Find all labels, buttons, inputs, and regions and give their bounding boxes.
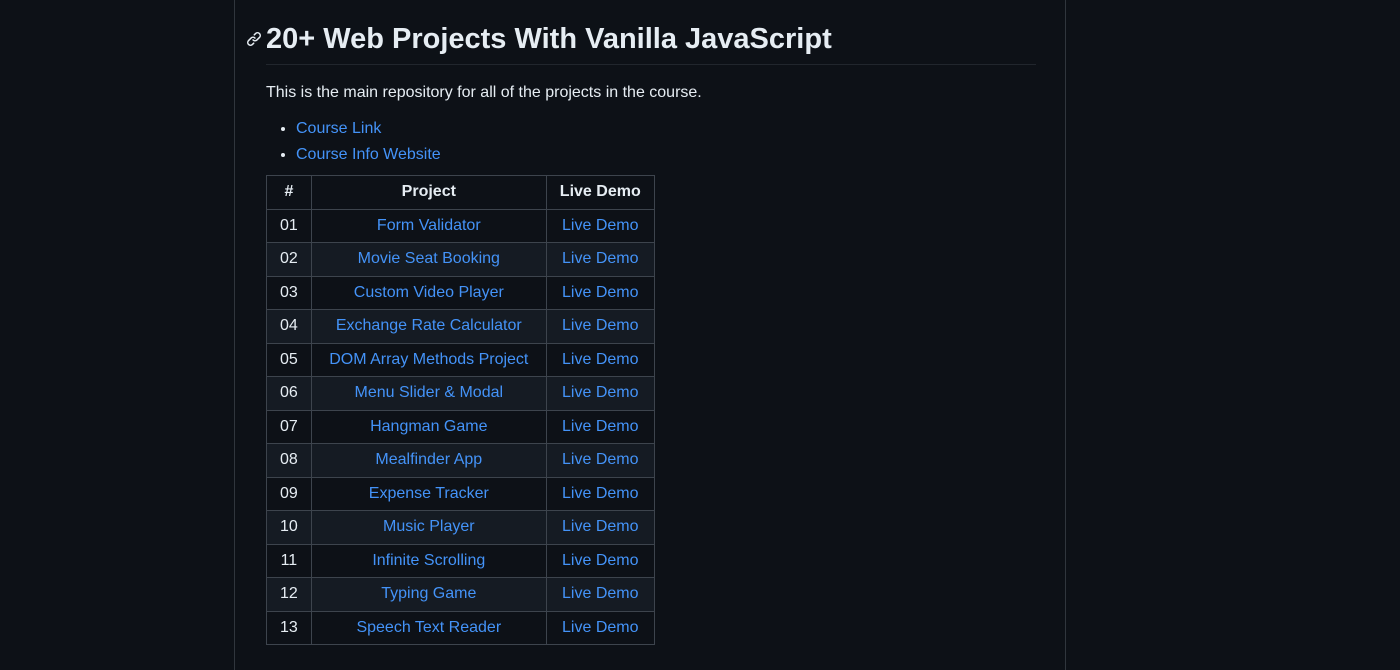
table-row: 06 Menu Slider & Modal Live Demo (266, 376, 655, 411)
demo-cell: Live Demo (545, 543, 655, 578)
table-row: 09 Expense Tracker Live Demo (266, 476, 655, 511)
project-number: 12 (266, 577, 312, 612)
table-row: 02 Movie Seat Booking Live Demo (266, 242, 655, 277)
live-demo-link[interactable]: Live Demo (562, 250, 638, 267)
table-header-row: # Project Live Demo (266, 175, 655, 210)
live-demo-link[interactable]: Live Demo (562, 217, 638, 234)
table-row: 12 Typing Game Live Demo (266, 577, 655, 612)
table-row: 08 Mealfinder App Live Demo (266, 443, 655, 478)
page-title: 20+ Web Projects With Vanilla JavaScript (266, 23, 832, 55)
project-link[interactable]: Hangman Game (370, 418, 487, 435)
list-item: Course Link (296, 119, 1036, 139)
table-row: 11 Infinite Scrolling Live Demo (266, 543, 655, 578)
live-demo-link[interactable]: Live Demo (562, 518, 638, 535)
table-row: 05 DOM Array Methods Project Live Demo (266, 342, 655, 377)
project-number: 02 (266, 242, 312, 277)
demo-cell: Live Demo (545, 275, 655, 310)
project-link[interactable]: Speech Text Reader (356, 619, 501, 636)
project-cell: Movie Seat Booking (310, 242, 547, 277)
course-info-website-link[interactable]: Course Info Website (296, 146, 441, 163)
project-link[interactable]: Exchange Rate Calculator (336, 317, 522, 334)
project-link[interactable]: Menu Slider & Modal (355, 384, 504, 401)
course-links-list: Course Link Course Info Website (266, 119, 1036, 165)
project-number: 08 (266, 443, 312, 478)
project-link[interactable]: Movie Seat Booking (358, 250, 500, 267)
demo-cell: Live Demo (545, 476, 655, 511)
list-item: Course Info Website (296, 145, 1036, 165)
live-demo-link[interactable]: Live Demo (562, 351, 638, 368)
live-demo-link[interactable]: Live Demo (562, 451, 638, 468)
demo-cell: Live Demo (545, 510, 655, 545)
project-cell: Form Validator (310, 208, 547, 243)
table-row: 13 Speech Text Reader Live Demo (266, 610, 655, 645)
live-demo-link[interactable]: Live Demo (562, 552, 638, 569)
demo-cell: Live Demo (545, 342, 655, 377)
live-demo-link[interactable]: Live Demo (562, 619, 638, 636)
project-cell: Infinite Scrolling (310, 543, 547, 578)
demo-cell: Live Demo (545, 443, 655, 478)
demo-cell: Live Demo (545, 409, 655, 444)
project-number: 04 (266, 309, 312, 344)
readme-heading: 20+ Web Projects With Vanilla JavaScript (247, 0, 1036, 65)
project-link[interactable]: Music Player (383, 518, 475, 535)
demo-cell: Live Demo (545, 208, 655, 243)
demo-cell: Live Demo (545, 610, 655, 645)
demo-cell: Live Demo (545, 376, 655, 411)
column-header-project: Project (310, 175, 547, 210)
project-number: 03 (266, 275, 312, 310)
project-cell: Music Player (310, 510, 547, 545)
table-row: 07 Hangman Game Live Demo (266, 409, 655, 444)
project-link[interactable]: Form Validator (377, 217, 481, 234)
project-link[interactable]: Infinite Scrolling (372, 552, 485, 569)
table-row: 04 Exchange Rate Calculator Live Demo (266, 309, 655, 344)
project-cell: Expense Tracker (310, 476, 547, 511)
live-demo-link[interactable]: Live Demo (562, 384, 638, 401)
link-icon[interactable] (246, 31, 262, 47)
project-number: 07 (266, 409, 312, 444)
table-row: 01 Form Validator Live Demo (266, 208, 655, 243)
project-number: 01 (266, 208, 312, 243)
project-number: 05 (266, 342, 312, 377)
column-header-live-demo: Live Demo (545, 175, 655, 210)
project-number: 09 (266, 476, 312, 511)
project-link[interactable]: Custom Video Player (354, 284, 504, 301)
projects-table: # Project Live Demo 01 Form Validator Li… (266, 175, 655, 645)
table-row: 10 Music Player Live Demo (266, 510, 655, 545)
demo-cell: Live Demo (545, 242, 655, 277)
project-link[interactable]: DOM Array Methods Project (329, 351, 528, 368)
live-demo-link[interactable]: Live Demo (562, 418, 638, 435)
live-demo-link[interactable]: Live Demo (562, 585, 638, 602)
project-link[interactable]: Mealfinder App (375, 451, 482, 468)
project-cell: Hangman Game (310, 409, 547, 444)
project-cell: Exchange Rate Calculator (310, 309, 547, 344)
project-cell: Custom Video Player (310, 275, 547, 310)
readme-content: 20+ Web Projects With Vanilla JavaScript… (247, 0, 1036, 645)
project-cell: Menu Slider & Modal (310, 376, 547, 411)
project-link[interactable]: Expense Tracker (369, 485, 489, 502)
project-link[interactable]: Typing Game (381, 585, 476, 602)
table-row: 03 Custom Video Player Live Demo (266, 275, 655, 310)
live-demo-link[interactable]: Live Demo (562, 317, 638, 334)
project-cell: DOM Array Methods Project (310, 342, 547, 377)
project-number: 06 (266, 376, 312, 411)
demo-cell: Live Demo (545, 577, 655, 612)
course-link[interactable]: Course Link (296, 120, 381, 137)
intro-text: This is the main repository for all of t… (266, 84, 702, 101)
project-cell: Mealfinder App (310, 443, 547, 478)
project-number: 11 (266, 543, 312, 578)
live-demo-link[interactable]: Live Demo (562, 485, 638, 502)
project-number: 13 (266, 610, 312, 645)
project-cell: Typing Game (310, 577, 547, 612)
live-demo-link[interactable]: Live Demo (562, 284, 638, 301)
project-number: 10 (266, 510, 312, 545)
demo-cell: Live Demo (545, 309, 655, 344)
readme-container: 20+ Web Projects With Vanilla JavaScript… (234, 0, 1066, 670)
column-header-number: # (266, 175, 312, 210)
project-cell: Speech Text Reader (310, 610, 547, 645)
